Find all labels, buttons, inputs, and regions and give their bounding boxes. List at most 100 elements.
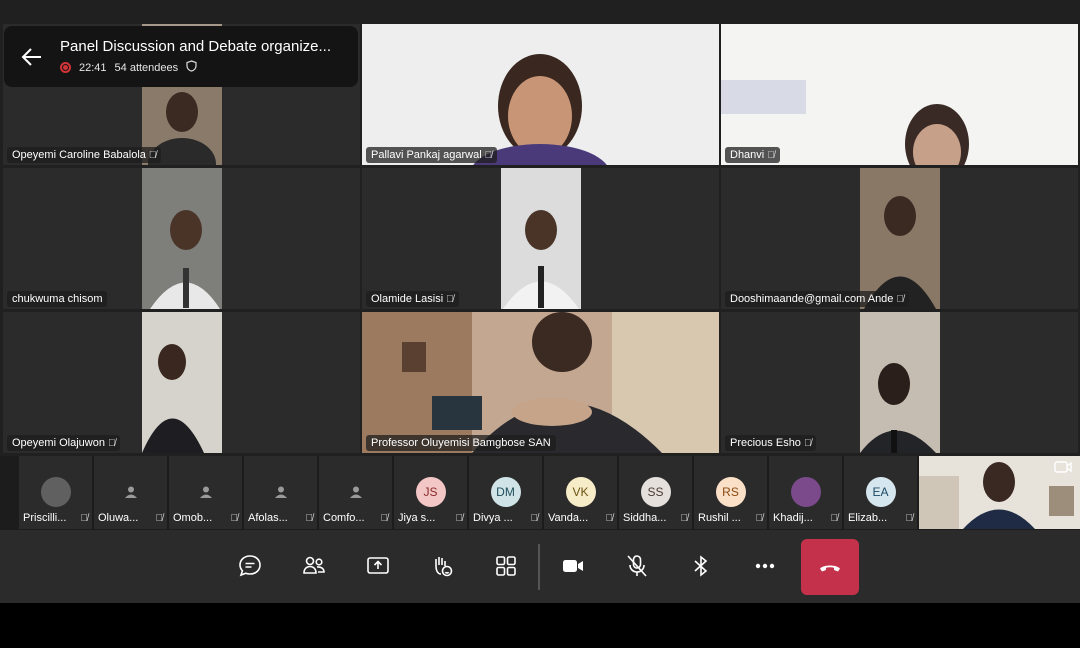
participant-tile[interactable]: Dhanvi 🎙̸ bbox=[721, 24, 1078, 165]
more-icon bbox=[755, 563, 775, 569]
avatar: RS bbox=[715, 477, 746, 507]
mic-off-icon: 🎙̸ bbox=[767, 149, 775, 161]
participant-name-chip: Pallavi Pankaj agarwal 🎙̸ bbox=[366, 147, 498, 163]
roster-attendee[interactable]: Omob... 🎙̸ bbox=[169, 456, 242, 529]
roster-attendee[interactable]: VK Vanda... 🎙̸ bbox=[544, 456, 617, 529]
participant-video bbox=[500, 168, 581, 309]
participant-tile[interactable]: Opeyemi Olajuwon 🎙̸ bbox=[3, 312, 360, 453]
participant-tile[interactable]: Pallavi Pankaj agarwal 🎙̸ bbox=[362, 24, 719, 165]
attendee-name: Vanda... bbox=[548, 512, 589, 524]
participant-name: chukwuma chisom bbox=[12, 293, 103, 305]
attendee-count: 54 attendees bbox=[114, 61, 179, 74]
roster-attendee[interactable]: SS Siddha... 🎙̸ bbox=[619, 456, 692, 529]
switch-camera-icon[interactable] bbox=[1054, 460, 1072, 479]
system-bottom-bar bbox=[0, 603, 1080, 648]
roster-attendee[interactable]: Oluwa... 🎙̸ bbox=[94, 456, 167, 529]
participant-name-chip: Professor Oluyemisi Bamgbose SAN bbox=[366, 435, 556, 451]
self-view-video[interactable] bbox=[919, 456, 1080, 529]
default-avatar-icon bbox=[341, 477, 371, 507]
roster-attendee[interactable]: Priscilli... 🎙̸ bbox=[19, 456, 92, 529]
participant-tile[interactable]: Dooshimaande@gmail.com Ande 🎙̸ bbox=[721, 168, 1078, 309]
participant-name: Opeyemi Olajuwon bbox=[12, 437, 105, 449]
participant-video bbox=[141, 168, 222, 309]
participant-name-chip: Precious Esho 🎙̸ bbox=[725, 435, 817, 451]
back-arrow-icon[interactable] bbox=[4, 46, 60, 68]
roster-attendee[interactable]: JS Jiya s... 🎙̸ bbox=[394, 456, 467, 529]
bluetooth-audio-button[interactable] bbox=[677, 542, 725, 590]
view-grid-icon bbox=[496, 556, 516, 576]
participant-video bbox=[859, 312, 940, 453]
roster-attendee[interactable]: Comfo... 🎙̸ bbox=[319, 456, 392, 529]
chat-button[interactable] bbox=[226, 542, 274, 590]
participant-name: Pallavi Pankaj agarwal bbox=[371, 149, 482, 161]
participant-tile[interactable]: Olamide Lasisi 🎙̸ bbox=[362, 168, 719, 309]
participant-name-chip: chukwuma chisom bbox=[7, 291, 108, 307]
video-stage: Opeyemi Caroline Babalola 🎙̸ Pallavi Pan… bbox=[0, 0, 1080, 456]
attendee-name: Elizab... bbox=[848, 512, 888, 524]
shield-icon bbox=[186, 60, 197, 75]
roster-attendee[interactable]: DM Divya ... 🎙̸ bbox=[469, 456, 542, 529]
more-options-button[interactable] bbox=[741, 542, 789, 590]
mic-off-icon: 🎙̸ bbox=[230, 512, 239, 524]
mic-off-icon: 🎙̸ bbox=[605, 512, 614, 524]
people-button[interactable] bbox=[290, 542, 338, 590]
participant-tile[interactable]: chukwuma chisom bbox=[3, 168, 360, 309]
roster-attendee[interactable]: Khadij... 🎙̸ bbox=[769, 456, 842, 529]
participant-name-chip: Dhanvi 🎙̸ bbox=[725, 147, 780, 163]
participant-name: Opeyemi Caroline Babalola bbox=[12, 149, 146, 161]
mic-off-icon bbox=[627, 555, 647, 577]
camera-button[interactable] bbox=[549, 542, 597, 590]
attendee-name: Afolas... bbox=[248, 512, 288, 524]
people-icon bbox=[303, 556, 325, 574]
mic-off-icon: 🎙̸ bbox=[680, 512, 689, 524]
mic-off-icon: 🎙̸ bbox=[755, 512, 764, 524]
attendee-name: Rushil ... bbox=[698, 512, 741, 524]
bluetooth-icon bbox=[694, 555, 708, 577]
chat-icon bbox=[239, 555, 261, 577]
mic-off-icon: 🎙̸ bbox=[446, 293, 454, 305]
participant-video bbox=[859, 168, 940, 309]
participant-name-chip: Dooshimaande@gmail.com Ande 🎙̸ bbox=[725, 291, 909, 307]
mic-off-icon: 🎙̸ bbox=[530, 512, 539, 524]
avatar: DM bbox=[490, 477, 521, 507]
mic-off-icon: 🎙̸ bbox=[484, 149, 493, 161]
camera-icon bbox=[563, 560, 583, 572]
roster-attendee[interactable]: EA Elizab... 🎙̸ bbox=[844, 456, 917, 529]
react-button[interactable] bbox=[418, 542, 466, 590]
participant-video bbox=[362, 312, 719, 453]
view-button[interactable] bbox=[482, 542, 530, 590]
leave-call-button[interactable] bbox=[801, 539, 859, 595]
participant-name: Dhanvi bbox=[730, 149, 765, 161]
attendee-name: Khadij... bbox=[773, 512, 813, 524]
participant-name: Olamide Lasisi bbox=[371, 293, 444, 305]
default-avatar-icon bbox=[266, 477, 296, 507]
mic-off-icon: 🎙̸ bbox=[905, 512, 914, 524]
mic-off-icon: 🎙̸ bbox=[455, 512, 464, 524]
call-controls bbox=[0, 530, 1080, 603]
roster-attendee[interactable]: RS Rushil ... 🎙̸ bbox=[694, 456, 767, 529]
avatar bbox=[40, 477, 71, 507]
meeting-duration: 22:41 bbox=[79, 61, 107, 74]
avatar: EA bbox=[865, 477, 896, 507]
mic-button[interactable] bbox=[613, 542, 661, 590]
attendee-name: Divya ... bbox=[473, 512, 513, 524]
mic-off-icon: 🎙̸ bbox=[107, 437, 116, 449]
mic-off-icon: 🎙̸ bbox=[148, 149, 157, 161]
attendee-name: Priscilli... bbox=[23, 512, 67, 524]
controls-divider bbox=[538, 544, 540, 590]
roster-attendee[interactable]: Afolas... 🎙̸ bbox=[244, 456, 317, 529]
default-avatar-icon bbox=[116, 477, 146, 507]
active-speaker-tile[interactable]: Professor Oluyemisi Bamgbose SAN bbox=[362, 312, 719, 453]
participant-name: Professor Oluyemisi Bamgbose SAN bbox=[371, 437, 551, 449]
avatar bbox=[790, 477, 821, 507]
participant-tile[interactable]: Precious Esho 🎙̸ bbox=[721, 312, 1078, 453]
attendee-roster: Priscilli... 🎙̸ Oluwa... 🎙̸ Omob... 🎙̸ Afol… bbox=[0, 456, 1080, 530]
meeting-title: Panel Discussion and Debate organize... bbox=[60, 38, 331, 55]
participant-name: Dooshimaande@gmail.com Ande bbox=[730, 293, 894, 305]
share-screen-button[interactable] bbox=[354, 542, 402, 590]
mic-off-icon: 🎙̸ bbox=[830, 512, 839, 524]
participant-video bbox=[141, 312, 222, 453]
mic-off-icon: 🎙̸ bbox=[380, 512, 389, 524]
mic-off-icon: 🎙̸ bbox=[305, 512, 314, 524]
participant-name-chip: Olamide Lasisi 🎙̸ bbox=[366, 291, 459, 307]
